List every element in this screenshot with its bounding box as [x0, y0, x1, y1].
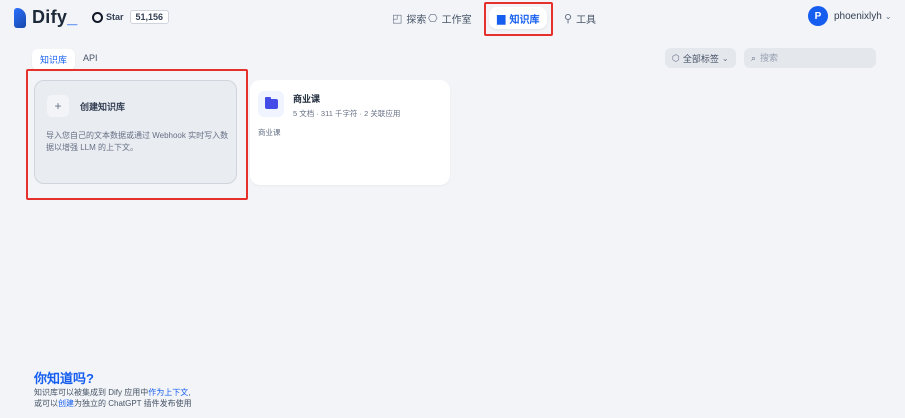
- tip-context-link[interactable]: 作为上下文: [148, 388, 188, 397]
- github-star-button[interactable]: Star 51,156: [92, 10, 170, 24]
- search-input[interactable]: [760, 53, 861, 63]
- dataset-name: 商业课: [293, 94, 321, 104]
- search-icon: ⌕: [751, 52, 757, 63]
- user-menu[interactable]: P phoenixlyh ⌄: [808, 6, 892, 26]
- highlight-box-nav: [484, 2, 553, 36]
- tab-api[interactable]: API: [75, 49, 106, 70]
- dataset-card[interactable]: 商业课 5 文档 · 311 千字符 · 2 关联应用 商业课: [250, 80, 450, 185]
- nav-studio-label: 工作室: [441, 14, 472, 26]
- tip-title: 你知道吗?: [34, 371, 94, 386]
- tag-icon: ⬡: [672, 52, 680, 63]
- folder-icon: [258, 91, 284, 117]
- chevron-down-icon: ⌄: [721, 53, 729, 63]
- logo-text: Dify: [32, 7, 68, 27]
- did-you-know-tip: 你知道吗? 知识库可以被集成到 Dify 应用中作为上下文, 或可以创建为独立的…: [34, 368, 192, 409]
- nav-studio[interactable]: ⎔ 工作室: [420, 7, 480, 29]
- tab-bar: 知识库 API: [32, 49, 106, 70]
- studio-icon: ⎔: [428, 12, 438, 25]
- github-star-label: Star: [106, 12, 124, 22]
- nav-tools[interactable]: ⚲ 工具: [556, 7, 604, 29]
- tip-create-link[interactable]: 创建: [58, 399, 74, 408]
- tools-icon: ⚲: [564, 12, 573, 25]
- highlight-box-create: [26, 69, 248, 200]
- logo-mark-icon: [14, 7, 26, 28]
- tip-line1-text: 知识库可以被集成到 Dify 应用中: [34, 388, 149, 397]
- top-bar: Dify_ Star 51,156 ◰ 探索 ⎔ 工作室 ▆ 知识库 ⚲ 工具 …: [0, 0, 905, 36]
- user-name: phoenixlyh: [834, 10, 882, 22]
- dataset-description: 商业课: [258, 128, 281, 137]
- explore-icon: ◰: [392, 12, 403, 25]
- nav-tools-label: 工具: [576, 14, 597, 26]
- dify-logo[interactable]: Dify_: [14, 7, 78, 28]
- chevron-down-icon: ⌄: [884, 11, 892, 21]
- github-icon: [92, 11, 103, 23]
- tab-knowledge[interactable]: 知识库: [32, 49, 76, 70]
- search-box[interactable]: ⌕: [744, 48, 876, 68]
- tip-line2-suffix: 为独立的 ChatGPT 插件发布使用: [74, 399, 192, 408]
- github-star-count: 51,156: [129, 10, 170, 24]
- tip-line2-prefix: 或可以: [34, 399, 58, 408]
- tag-filter-dropdown[interactable]: ⬡ 全部标签 ⌄: [665, 48, 736, 68]
- tag-filter-label: 全部标签: [682, 53, 719, 64]
- avatar: P: [808, 6, 828, 26]
- dataset-meta: 5 文档 · 311 千字符 · 2 关联应用: [293, 109, 401, 118]
- logo-cursor: _: [67, 7, 78, 27]
